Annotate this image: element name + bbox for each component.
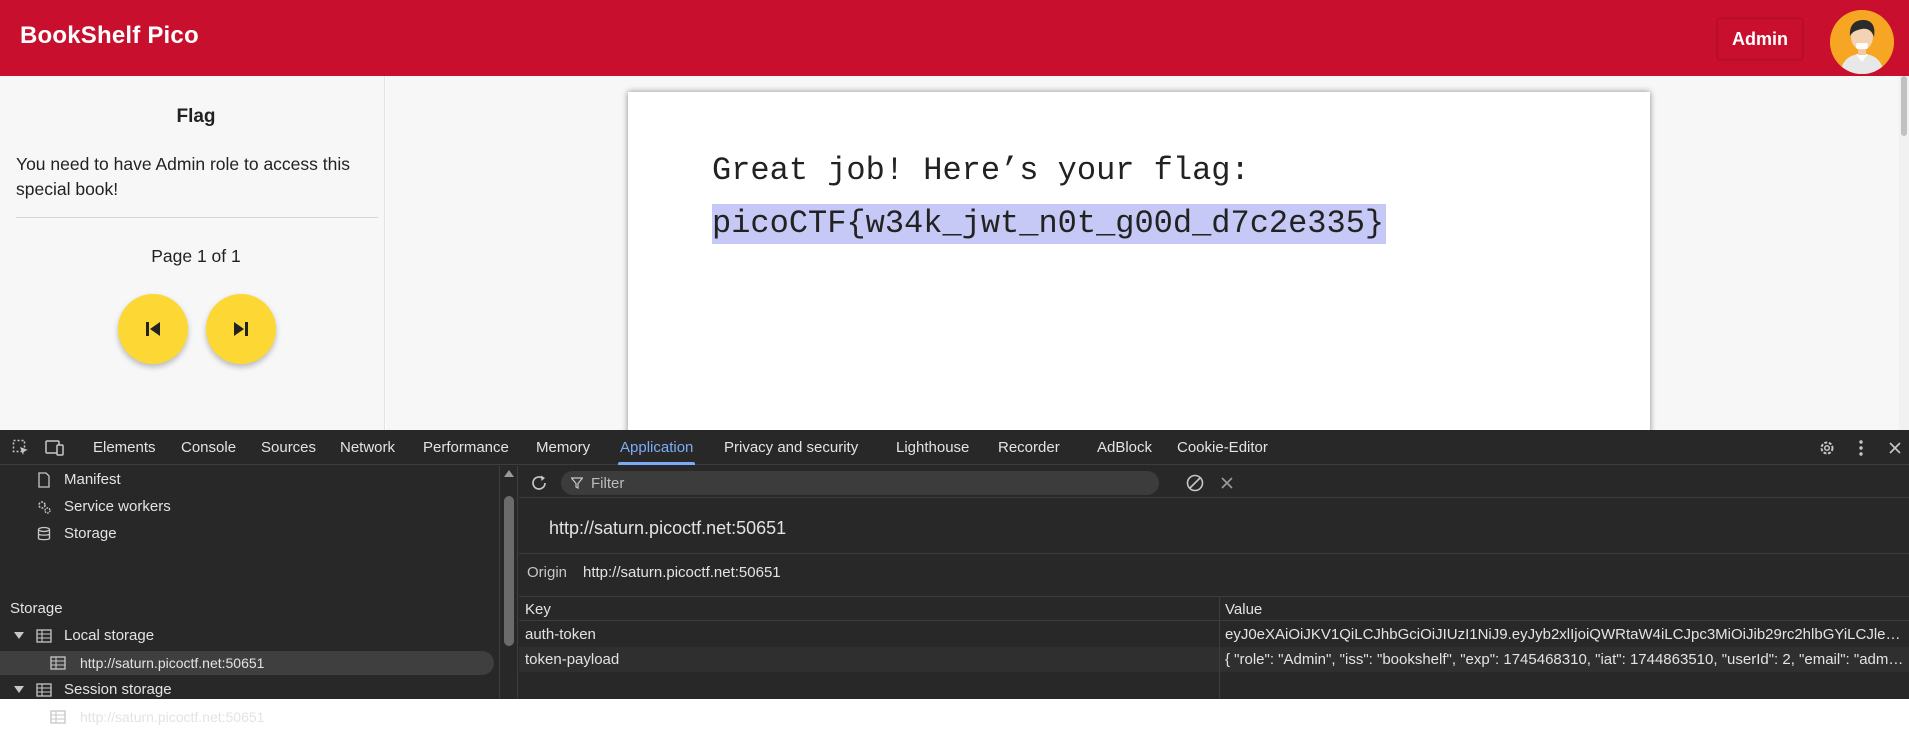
scrollbar-thumb[interactable] [1901, 76, 1907, 136]
table-icon [50, 710, 66, 724]
settings-gear-icon[interactable] [1816, 437, 1838, 459]
table-row[interactable]: token-payload { "role": "Admin", "iss": … [519, 647, 1909, 672]
table-header: Key Value [519, 597, 1909, 621]
filter-box [561, 471, 1159, 495]
document-icon [38, 472, 50, 488]
divider [16, 217, 378, 218]
sidebar-title: Flag [176, 106, 216, 127]
storage-toolbar [519, 466, 1909, 498]
filter-input[interactable] [591, 474, 1131, 492]
table-icon [36, 683, 52, 697]
tab-lighthouse[interactable]: Lighthouse [896, 430, 969, 465]
flag-text[interactable]: picoCTF{w34k_jwt_n0t_g00d_d7c2e335} [712, 204, 1387, 244]
sidebar-item-label: Manifest [64, 471, 121, 488]
tab-sources[interactable]: Sources [261, 430, 316, 465]
scroll-up-icon[interactable] [504, 470, 514, 477]
sidebar-item-label: Local storage [64, 627, 155, 644]
sidebar-item-service-workers[interactable]: Service workers [36, 495, 476, 519]
sidebar-item-label: Service workers [64, 498, 171, 515]
chevron-down-icon [14, 632, 24, 639]
clear-all-icon[interactable] [1185, 473, 1205, 493]
devtools-panel: Elements Console Sources Network Perform… [0, 430, 1909, 725]
skip-previous-icon [146, 322, 160, 336]
sidebar-item-storage[interactable]: Storage [36, 522, 476, 546]
tab-elements[interactable]: Elements [93, 430, 156, 465]
close-devtools-icon[interactable] [1884, 437, 1906, 459]
origin-heading: http://saturn.picoctf.net:50651 [549, 518, 787, 538]
row-key: token-payload [525, 651, 620, 668]
gears-icon [38, 501, 51, 514]
sidebar-item-session-storage[interactable]: Session storage [14, 678, 474, 702]
table-icon [50, 656, 66, 670]
row-key: auth-token [525, 626, 596, 643]
storage-table: Key Value auth-token eyJ0eXAiOiJKV1QiLCJ… [519, 597, 1909, 699]
user-avatar-icon [1830, 10, 1894, 74]
refresh-icon[interactable] [529, 473, 549, 493]
application-sidebar: Manifest Service workers Storage Storage… [0, 466, 500, 725]
tab-cookie-editor[interactable]: Cookie-Editor [1177, 430, 1268, 465]
column-header-value[interactable]: Value [1225, 597, 1905, 622]
tab-console[interactable]: Console [181, 430, 236, 465]
tab-recorder[interactable]: Recorder [998, 430, 1060, 465]
next-page-button[interactable] [206, 294, 276, 364]
avatar[interactable] [1830, 10, 1894, 74]
sidebar-item-label: http://saturn.picoctf.net:50651 [80, 655, 265, 671]
sidebar-item-label: http://saturn.picoctf.net:50651 [80, 709, 265, 725]
sidebar-item-local-storage[interactable]: Local storage [14, 624, 474, 648]
table-row[interactable]: auth-token eyJ0eXAiOiJKV1QiLCJhbGciOiJIU… [519, 622, 1909, 647]
tab-performance[interactable]: Performance [423, 430, 509, 465]
column-header-key[interactable]: Key [525, 597, 1205, 622]
sidebar-item-session-origin[interactable]: http://saturn.picoctf.net:50651 [0, 705, 494, 729]
sidebar-item-manifest[interactable]: Manifest [36, 468, 476, 492]
app-title[interactable]: BookShelf Pico [20, 22, 199, 50]
previous-page-button[interactable] [118, 294, 188, 364]
delete-selected-icon[interactable] [1219, 475, 1235, 491]
row-value: { "role": "Admin", "iss": "bookshelf", "… [1225, 651, 1905, 668]
flag-sidebar: Flag You need to have Admin role to acce… [0, 76, 385, 430]
book-text: Great job! Here’s your flag: [712, 152, 1250, 189]
page-info: Page 1 of 1 [151, 246, 241, 266]
storage-heading: Storage [10, 600, 63, 617]
devtools-tabbar: Elements Console Sources Network Perform… [0, 430, 1909, 465]
sidebar-item-label: Session storage [64, 681, 172, 698]
scrollbar-thumb[interactable] [504, 496, 514, 646]
app-header: BookShelf Pico Admin [0, 0, 1909, 76]
sidebar-item-label: Storage [64, 525, 117, 542]
database-icon [37, 526, 51, 541]
chevron-down-icon [14, 686, 24, 693]
tab-privacy-security[interactable]: Privacy and security [724, 430, 858, 465]
tab-memory[interactable]: Memory [536, 430, 590, 465]
page-scrollbar[interactable] [1899, 76, 1909, 430]
tab-network[interactable]: Network [340, 430, 395, 465]
sidebar-scrollbar[interactable] [500, 466, 518, 699]
table-icon [36, 629, 52, 643]
origin-value: http://saturn.picoctf.net:50651 [583, 564, 781, 581]
origin-label: Origin [527, 564, 568, 581]
sidebar-message: You need to have Admin role to access th… [16, 154, 351, 199]
book-page: Great job! Here’s your flag: picoCTF{w34… [628, 92, 1650, 452]
sidebar-item-local-origin[interactable]: http://saturn.picoctf.net:50651 [0, 651, 494, 675]
tab-application[interactable]: Application [617, 430, 696, 465]
divider [519, 553, 1909, 554]
row-value: eyJ0eXAiOiJKV1QiLCJhbGciOiJIUzI1NiJ9.eyJ… [1225, 626, 1905, 643]
tab-adblock[interactable]: AdBlock [1097, 430, 1152, 465]
storage-view: http://saturn.picoctf.net:50651 Origin h… [519, 466, 1909, 699]
device-toolbar-icon[interactable] [44, 437, 66, 459]
admin-button[interactable]: Admin [1717, 18, 1803, 60]
more-options-icon[interactable] [1850, 437, 1872, 459]
filter-icon [571, 477, 583, 489]
skip-next-icon [234, 322, 248, 336]
column-divider[interactable] [1219, 597, 1220, 699]
inspect-element-icon[interactable] [10, 437, 32, 459]
